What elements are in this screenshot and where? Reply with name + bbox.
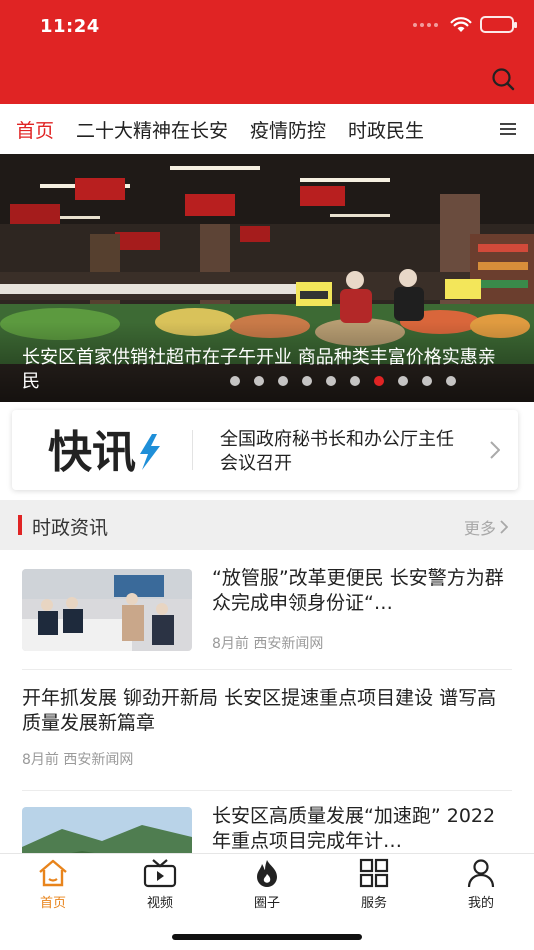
flash-separator — [192, 430, 193, 470]
pager-dot[interactable] — [422, 376, 432, 386]
news-item[interactable]: “放管服”改革更便民 长安警方为群众完成申领身份证“… 8月前 西安新闻网 — [0, 560, 534, 670]
news-title: “放管服”改革更便民 长安警方为群众完成申领身份证“… — [212, 567, 504, 614]
news-thumbnail — [22, 569, 192, 651]
section-header: 时政资讯 更多 — [0, 500, 534, 550]
home-indicator — [172, 934, 362, 940]
pager-dot[interactable] — [278, 376, 288, 386]
video-icon — [143, 859, 177, 888]
tab-home[interactable]: 首页 — [16, 116, 54, 143]
news-source: 西安新闻网 — [63, 752, 134, 768]
news-title: 长安区高质量发展“加速跑” 2022年重点项目完成年计… — [212, 805, 496, 852]
flash-headline: 全国政府秘书长和办公厅主任会议召开 — [220, 429, 454, 474]
tabs-more-button[interactable] — [464, 104, 534, 154]
banner-carousel[interactable]: 长安区首家供销社超市在子午开业 商品种类丰富价格实惠亲民 — [0, 154, 534, 402]
news-item[interactable]: 长安区高质量发展“加速跑” 2022年重点项目完成年计… — [0, 796, 534, 856]
search-icon[interactable] — [490, 66, 516, 92]
app-header: 11:24 — [0, 0, 534, 104]
home-icon — [39, 859, 67, 887]
news-meta: 8月前 西安新闻网 — [212, 633, 323, 653]
divider — [22, 790, 512, 791]
tabbar-label: 首页 — [39, 896, 66, 911]
menu-icon — [500, 123, 516, 135]
chevron-right-icon — [500, 520, 508, 534]
news-item[interactable]: 开年抓发展 铆劲开新局 长安区提速重点项目建设 谱写高质量发展新篇章 8月前 西… — [0, 670, 534, 790]
news-meta: 8月前 西安新闻网 — [22, 749, 133, 769]
news-time: 8月前 — [22, 752, 59, 768]
tabbar-video[interactable]: 视频 — [120, 858, 200, 911]
pager-dot[interactable] — [254, 376, 264, 386]
flash-logo: 快讯 — [48, 427, 160, 476]
tabbar-service[interactable]: 服务 — [334, 858, 414, 911]
section-more-link[interactable]: 更多 — [464, 515, 508, 539]
status-time: 11:24 — [40, 16, 100, 37]
flame-icon — [257, 860, 277, 887]
signal-icon — [413, 22, 438, 27]
tabbar-label: 圈子 — [253, 896, 280, 911]
tabbar-label: 服务 — [360, 896, 387, 911]
pager-dot[interactable] — [398, 376, 408, 386]
battery-icon — [480, 16, 517, 33]
pager-dot[interactable] — [230, 376, 240, 386]
banner-caption: 长安区首家供销社超市在子午开业 商品种类丰富价格实惠亲民 — [22, 347, 496, 392]
chevron-right-icon — [490, 441, 500, 459]
news-source: 西安新闻网 — [253, 636, 324, 652]
pager-dot-active[interactable] — [374, 376, 384, 386]
pager-dot[interactable] — [350, 376, 360, 386]
tab-20th-congress[interactable]: 二十大精神在长安 — [76, 116, 228, 143]
news-thumbnail — [22, 807, 192, 856]
news-time: 8月前 — [212, 636, 249, 652]
user-icon — [467, 859, 495, 888]
tabbar-mine[interactable]: 我的 — [441, 858, 521, 911]
flash-news-card[interactable]: 快讯 全国政府秘书长和办公厅主任会议召开 — [12, 410, 518, 490]
news-title: 开年抓发展 铆劲开新局 长安区提速重点项目建设 谱写高质量发展新篇章 — [22, 687, 497, 734]
section-title: 时政资讯 — [32, 517, 109, 539]
grid-icon — [359, 858, 389, 888]
pager-dot[interactable] — [302, 376, 312, 386]
section-more-label: 更多 — [463, 519, 496, 538]
tab-politics[interactable]: 时政民生 — [348, 116, 424, 143]
banner-pager — [230, 376, 456, 386]
tab-epidemic[interactable]: 疫情防控 — [250, 116, 326, 143]
pager-dot[interactable] — [446, 376, 456, 386]
status-indicators — [413, 16, 517, 33]
channel-tabs: 首页 二十大精神在长安 疫情防控 时政民生 — [0, 104, 534, 154]
wifi-icon — [450, 16, 472, 32]
tabbar-home[interactable]: 首页 — [13, 858, 93, 911]
pager-dot[interactable] — [326, 376, 336, 386]
section-marker — [18, 515, 22, 535]
tabbar-circle[interactable]: 圈子 — [227, 858, 307, 911]
tabbar-label: 视频 — [146, 896, 173, 911]
tabbar-label: 我的 — [467, 896, 494, 911]
svg-text:快讯: 快讯 — [48, 427, 136, 476]
